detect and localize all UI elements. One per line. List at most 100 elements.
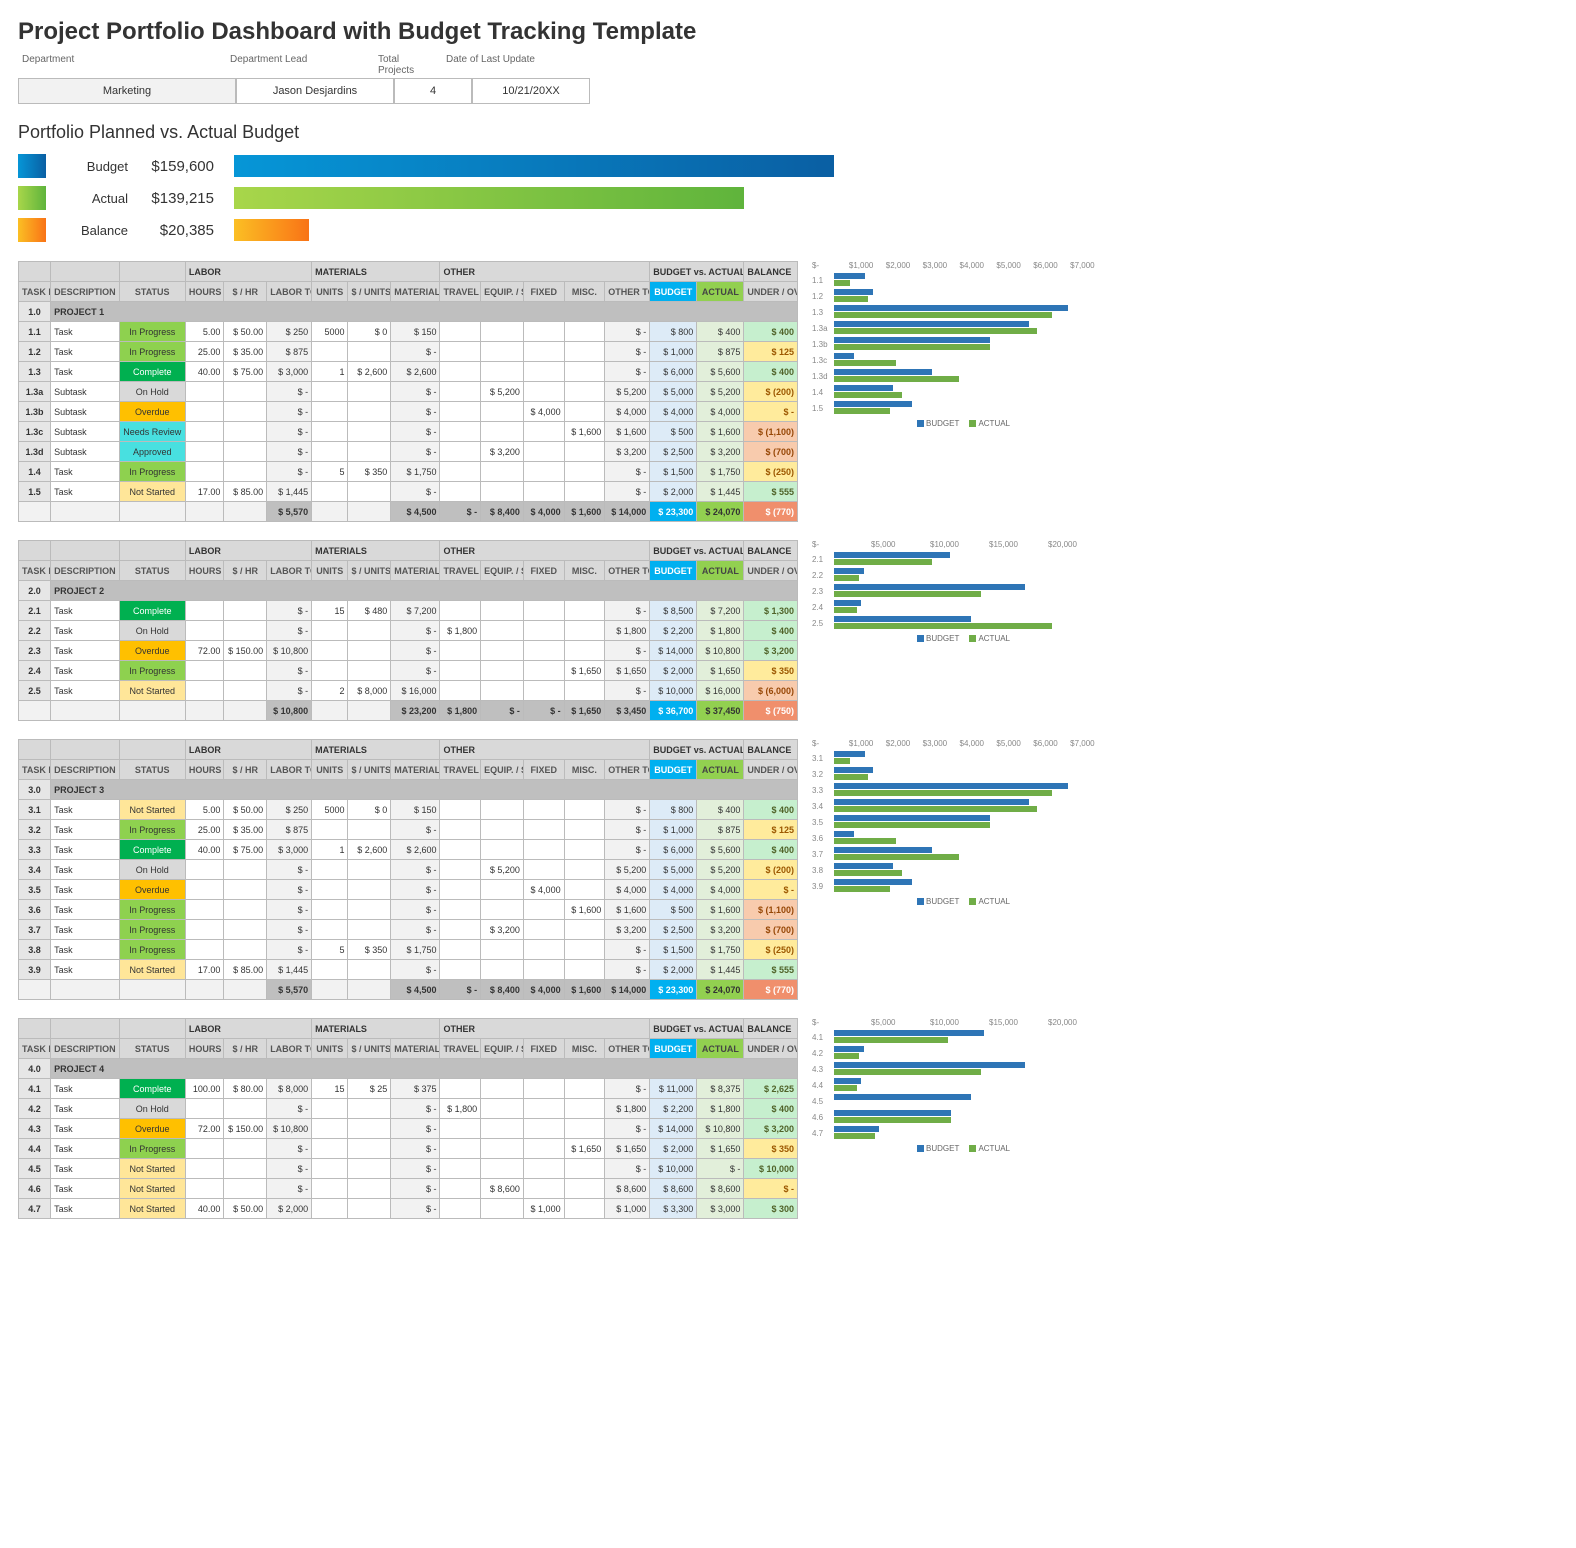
bar-actual	[834, 312, 1052, 318]
budget: $ 10,000	[650, 681, 697, 701]
other-total: $ -	[605, 342, 650, 362]
rate	[224, 422, 267, 442]
bar-budget	[834, 584, 1025, 590]
project-chart: $-$5,000$10,000$15,000$20,000 4.1 4.2 4.…	[812, 1018, 1107, 1153]
actual: $ 400	[697, 322, 744, 342]
bar-actual	[834, 854, 959, 860]
col-header: EQUIP. / SPACE	[481, 1039, 524, 1059]
misc	[564, 960, 605, 980]
bar-budget	[834, 1062, 1025, 1068]
actual: $ 875	[697, 820, 744, 840]
task-desc: Task	[51, 322, 119, 342]
task-desc: Task	[51, 1179, 119, 1199]
budget: $ 500	[650, 422, 697, 442]
group-header	[51, 262, 119, 282]
materials-total: $ -	[391, 621, 440, 641]
chart-row: 1.3c	[812, 353, 1107, 367]
hours: 100.00	[185, 1079, 224, 1099]
col-header: UNITS	[312, 282, 348, 302]
legend-swatch-icon	[969, 420, 976, 427]
group-header: OTHER	[440, 740, 650, 760]
unit-cost	[348, 482, 391, 502]
group-header	[19, 541, 51, 561]
task-status: Not Started	[119, 800, 185, 820]
task-status: In Progress	[119, 322, 185, 342]
task-id: 1.3a	[19, 382, 51, 402]
col-header: HOURS	[185, 561, 224, 581]
meta-value: Marketing	[18, 78, 236, 104]
hours	[185, 1139, 224, 1159]
rate	[224, 442, 267, 462]
budget: $ 3,300	[650, 1199, 697, 1219]
chart-row-label: 1.4	[812, 388, 834, 397]
rate	[224, 880, 267, 900]
travel	[440, 800, 481, 820]
fixed	[523, 900, 564, 920]
bar-actual	[834, 408, 890, 414]
col-header: $ / HR	[224, 760, 267, 780]
actual: $ 4,000	[697, 402, 744, 422]
task-desc: Task	[51, 621, 119, 641]
misc	[564, 342, 605, 362]
budget: $ 14,000	[650, 641, 697, 661]
chart-row-label: 1.3a	[812, 324, 834, 333]
travel	[440, 920, 481, 940]
fixed	[523, 960, 564, 980]
balance: $ 400	[744, 621, 798, 641]
col-header: TASK ID	[19, 760, 51, 780]
materials-total: $ -	[391, 382, 440, 402]
other-total: $ -	[605, 482, 650, 502]
hours	[185, 1099, 224, 1119]
task-id: 1.3b	[19, 402, 51, 422]
fixed	[523, 1179, 564, 1199]
chart-row: 3.6	[812, 831, 1107, 845]
bar-budget	[834, 616, 971, 622]
col-header: TRAVEL	[440, 760, 481, 780]
misc-sum: $ 1,600	[564, 502, 605, 522]
other-total: $ -	[605, 1079, 650, 1099]
labor-total: $ -	[267, 661, 312, 681]
chart-row-label: 1.3	[812, 308, 834, 317]
chart-row-label: 3.3	[812, 786, 834, 795]
labor-total: $ -	[267, 900, 312, 920]
col-header: DESCRIPTION	[51, 561, 119, 581]
other-total: $ 4,000	[605, 880, 650, 900]
labor-total: $ 1,445	[267, 960, 312, 980]
task-status: Not Started	[119, 1199, 185, 1219]
bar-actual	[834, 280, 850, 286]
table-row: 4.5 Task Not Started $ - $ - $ - $ 10,00…	[19, 1159, 798, 1179]
task-desc: Subtask	[51, 422, 119, 442]
budget: $ 5,000	[650, 860, 697, 880]
chart-row-label: 2.3	[812, 587, 834, 596]
balance: $ 125	[744, 820, 798, 840]
bar-budget	[834, 305, 1068, 311]
task-desc: Task	[51, 482, 119, 502]
col-header: UNDER / OVER	[744, 760, 798, 780]
equip	[481, 322, 524, 342]
bar-actual	[834, 1037, 948, 1043]
table-row: 1.1 Task In Progress 5.00 $ 50.00 $ 250 …	[19, 322, 798, 342]
chart-axis: $-$5,000$10,000$15,000$20,000	[812, 540, 1107, 549]
tick-label: $15,000	[989, 1018, 1048, 1027]
balance: $ (1,100)	[744, 422, 798, 442]
project-name: PROJECT 1	[51, 302, 798, 322]
units	[312, 920, 348, 940]
meta-value: 10/21/20XX	[472, 78, 590, 104]
hours	[185, 920, 224, 940]
misc	[564, 1119, 605, 1139]
hours: 72.00	[185, 641, 224, 661]
chart-row-label: 3.7	[812, 850, 834, 859]
bar-actual	[834, 1053, 859, 1059]
legend-swatch-icon	[917, 635, 924, 642]
actual: $ 875	[697, 342, 744, 362]
unit-cost	[348, 382, 391, 402]
tick-label: $10,000	[930, 1018, 989, 1027]
labor-total: $ 875	[267, 820, 312, 840]
rate	[224, 601, 267, 621]
other-total: $ 3,200	[605, 920, 650, 940]
table-row: 1.3c Subtask Needs Review $ - $ - $ 1,60…	[19, 422, 798, 442]
equip	[481, 601, 524, 621]
task-status: Complete	[119, 840, 185, 860]
task-status: On Hold	[119, 621, 185, 641]
bar-budget	[834, 1110, 951, 1116]
